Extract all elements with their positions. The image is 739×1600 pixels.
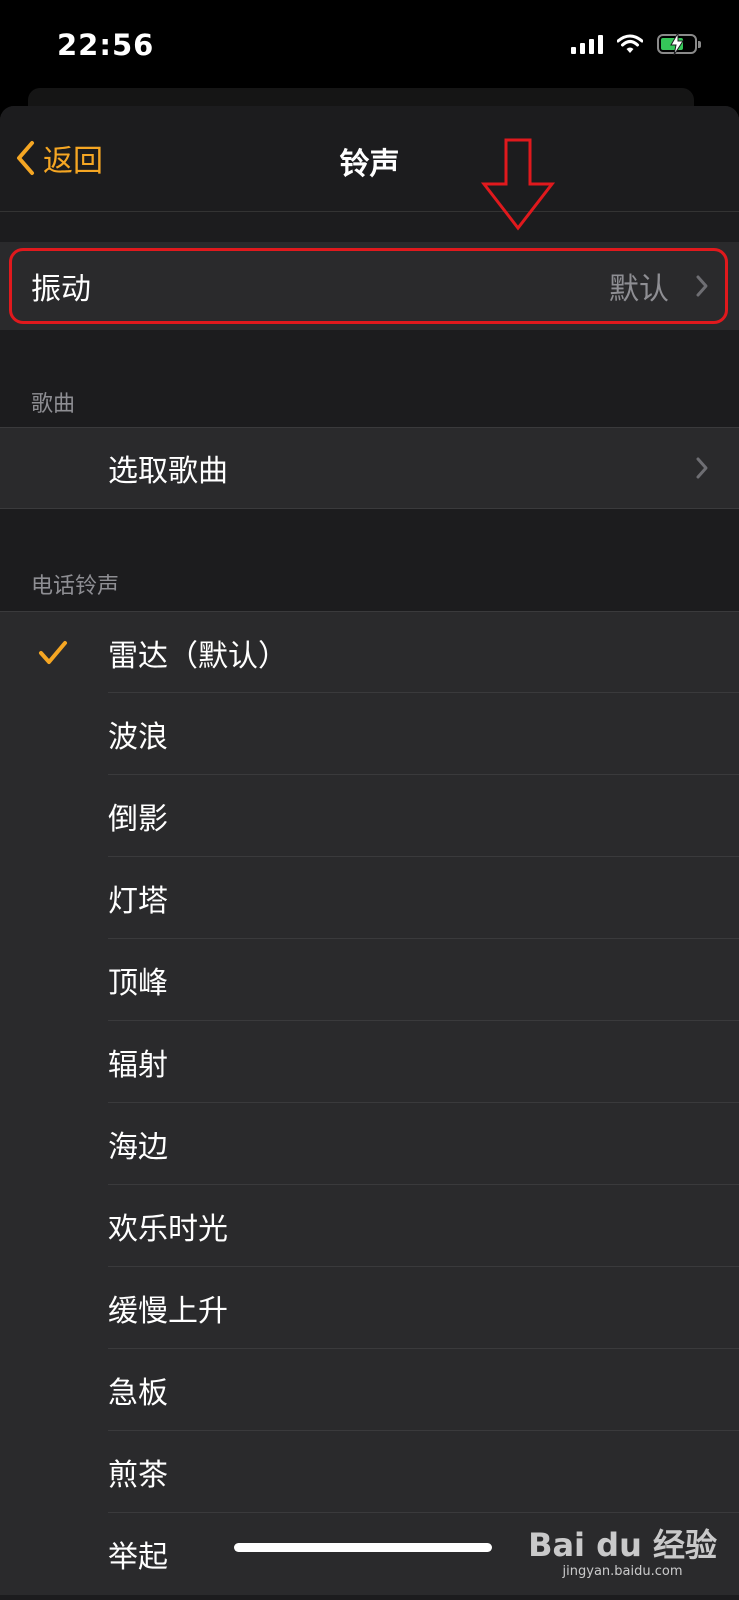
pick-song-row[interactable]: 选取歌曲 [0, 427, 739, 509]
ringtone-row[interactable]: 灯塔 [0, 857, 739, 939]
wifi-icon [617, 34, 643, 53]
ringtone-label: 雷达（默认） [108, 638, 288, 674]
ringtone-label: 波浪 [108, 720, 168, 755]
chevron-right-icon [696, 457, 708, 479]
ringtone-row[interactable]: 顶峰 [0, 939, 739, 1021]
ringtone-label: 倒影 [108, 802, 168, 837]
annotation-highlight-box [9, 248, 728, 324]
status-bar: 22:56 [0, 0, 739, 100]
ringtone-label: 举起 [108, 1540, 168, 1575]
section-header-ringtones: 电话铃声 [31, 574, 120, 599]
page-title: 铃声 [339, 147, 400, 182]
watermark: Bai du 经验 jingyan.baidu.com [528, 1520, 717, 1579]
ringtone-label: 灯塔 [108, 884, 168, 919]
ringtone-label: 顶峰 [108, 966, 168, 1001]
ringtone-row[interactable]: 倒影 [0, 775, 739, 857]
ringtone-label: 海边 [108, 1130, 168, 1165]
ringtone-row[interactable]: 雷达（默认） [0, 611, 739, 693]
ringtone-row[interactable]: 欢乐时光 [0, 1185, 739, 1267]
ringtone-label: 煎茶 [108, 1458, 168, 1493]
status-time: 22:56 [57, 28, 155, 62]
section-header-songs: 歌曲 [31, 392, 76, 417]
ringtone-row[interactable]: 急板 [0, 1349, 739, 1431]
ringtone-label: 急板 [108, 1376, 168, 1411]
watermark-brand: Bai du 经验 [528, 1526, 717, 1564]
navigation-bar: 返回 铃声 [0, 106, 739, 212]
ringtone-sheet: 返回 铃声 振动 默认 歌曲 选取歌曲 电话铃声 雷达（默认） 波浪 倒影 灯塔 顶峰辐… [0, 106, 739, 1600]
ringtone-label: 欢乐时光 [108, 1212, 228, 1247]
pick-song-label: 选取歌曲 [108, 454, 228, 489]
ringtone-row[interactable]: 海边 [0, 1103, 739, 1185]
watermark-url: jingyan.baidu.com [562, 1564, 683, 1579]
ringtone-label: 辐射 [108, 1048, 168, 1083]
ringtone-row[interactable]: 波浪 [0, 693, 739, 775]
spacer [0, 212, 739, 242]
checkmark-icon [39, 640, 67, 664]
ringtone-row[interactable]: 辐射 [0, 1021, 739, 1103]
home-indicator[interactable] [234, 1543, 492, 1552]
watermark-logo: Bai du 经验 [528, 1520, 717, 1566]
ringtone-label: 缓慢上升 [108, 1294, 228, 1329]
annotation-arrow-down-icon [480, 138, 556, 231]
signal-icon [571, 34, 603, 54]
ringtone-row[interactable]: 缓慢上升 [0, 1267, 739, 1349]
status-icons [571, 33, 701, 55]
battery-charging-icon [657, 33, 701, 55]
ringtone-row[interactable]: 煎茶 [0, 1431, 739, 1513]
